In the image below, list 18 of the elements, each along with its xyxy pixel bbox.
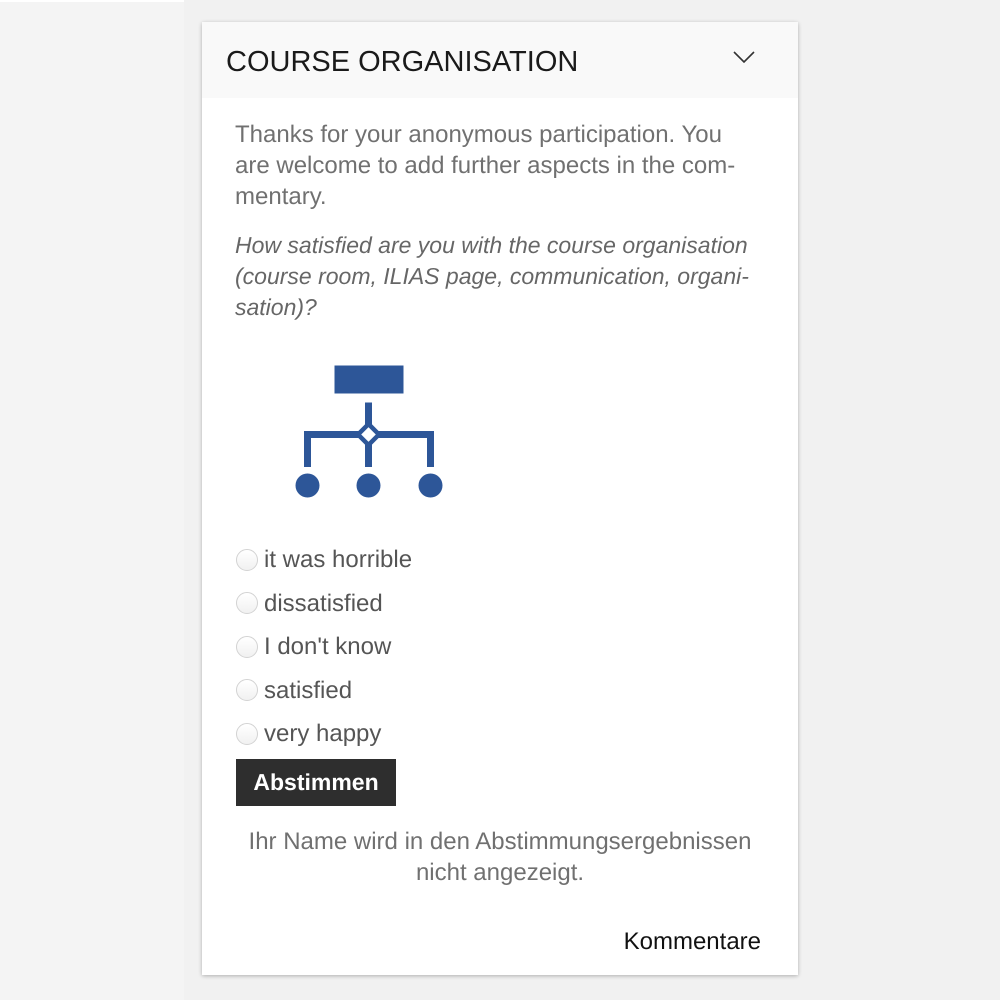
option-label[interactable]: it was horrible bbox=[264, 544, 412, 576]
option-label[interactable]: very happy bbox=[264, 718, 382, 750]
radio-button[interactable] bbox=[236, 722, 258, 745]
vote-button[interactable]: Abstimmen bbox=[236, 758, 396, 806]
question-text: How satisfied are you with the course organisation (course room, ILIAS page, communication, organi- sation)? bbox=[235, 231, 750, 322]
radio-button[interactable] bbox=[236, 636, 258, 658]
comments-link[interactable]: Kommentare bbox=[624, 926, 761, 957]
option-label[interactable]: satisfied bbox=[264, 674, 352, 706]
intro-text: Thanks for your anonymous participation. You are welcome to add further aspects in the com- mentary. bbox=[235, 120, 736, 212]
radio-button[interactable] bbox=[236, 548, 258, 571]
radio-button[interactable] bbox=[236, 592, 258, 614]
option-label[interactable]: dissatisfied bbox=[264, 588, 383, 619]
anonymity-note: Ihr Name wird in den Abstimmungsergebnissen nicht angezeigt. bbox=[248, 827, 752, 888]
option-label[interactable]: I don't know bbox=[264, 631, 392, 662]
radio-button[interactable] bbox=[236, 679, 258, 702]
card-title: COURSE ORGANISATION bbox=[226, 45, 578, 80]
chevron-down-icon[interactable] bbox=[733, 51, 755, 63]
org-chart-icon bbox=[294, 365, 442, 498]
